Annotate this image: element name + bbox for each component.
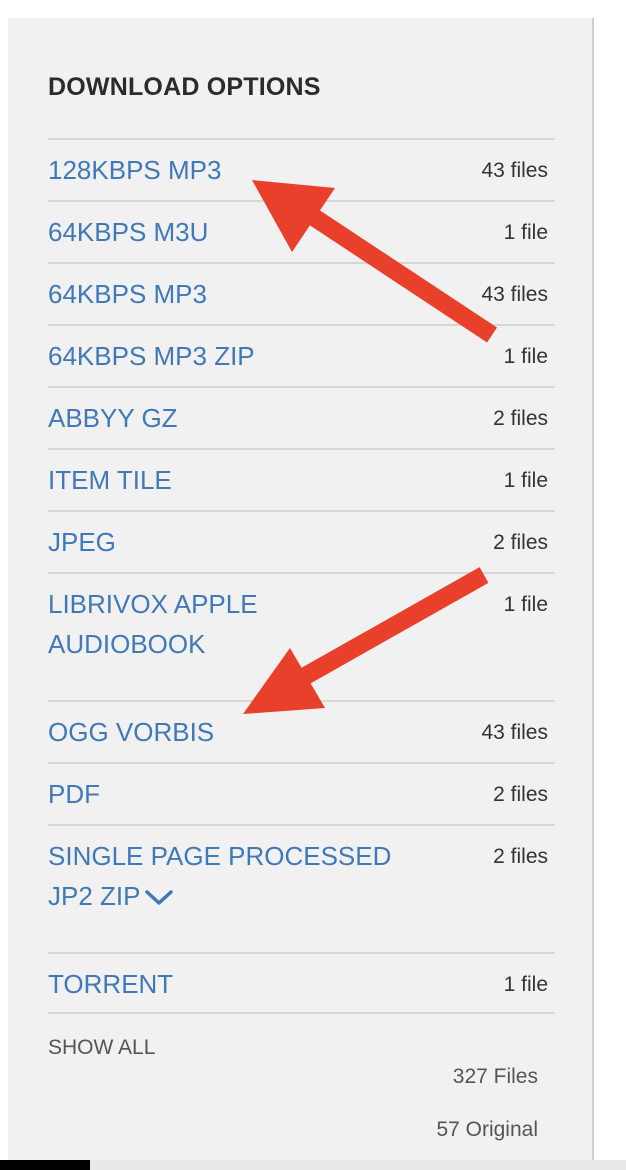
download-option-64kbps-m3u: 64KBPS M3U 1 file	[48, 200, 555, 262]
download-option-ogg-vorbis: OGG VORBIS 43 files	[48, 700, 555, 762]
file-count: 1 file	[503, 469, 548, 492]
download-option-64kbps-mp3-zip: 64KBPS MP3 ZIP 1 file	[48, 324, 555, 386]
download-option-abbyy-gz: ABBYY GZ 2 files	[48, 386, 555, 448]
download-link[interactable]: JPEG	[48, 522, 116, 562]
download-option-128kbps-mp3: 128KBPS MP3 43 files	[48, 138, 555, 200]
original-files-count: 57 Original	[436, 1118, 538, 1141]
download-link[interactable]: 64KBPS M3U	[48, 212, 208, 252]
file-count: 1 file	[503, 345, 548, 368]
file-count: 43 files	[481, 283, 548, 306]
download-link[interactable]: 64KBPS MP3 ZIP	[48, 336, 255, 376]
download-options-panel: DOWNLOAD OPTIONS 128KBPS MP3 43 files 64…	[8, 18, 594, 1164]
file-count: 2 files	[493, 783, 548, 806]
download-link[interactable]: TORRENT	[48, 964, 173, 1004]
download-option-64kbps-mp3: 64KBPS MP3 43 files	[48, 262, 555, 324]
bottom-cropped-content	[90, 1160, 626, 1170]
download-link-label: SINGLE PAGE PROCESSED JP2 ZIP	[48, 841, 392, 911]
panel-title: DOWNLOAD OPTIONS	[48, 73, 321, 101]
download-link[interactable]: LIBRIVOX APPLE AUDIOBOOK	[48, 584, 418, 664]
download-link[interactable]: OGG VORBIS	[48, 712, 214, 752]
file-count: 2 files	[493, 845, 548, 868]
download-link[interactable]: ITEM TILE	[48, 460, 172, 500]
total-files-count: 327 Files	[452, 1065, 538, 1088]
download-link[interactable]: 128KBPS MP3	[48, 150, 221, 190]
file-count: 2 files	[493, 407, 548, 430]
download-link[interactable]: SINGLE PAGE PROCESSED JP2 ZIP	[48, 836, 418, 916]
file-count: 43 files	[481, 159, 548, 182]
file-count: 1 file	[503, 221, 548, 244]
download-option-jpeg: JPEG 2 files	[48, 510, 555, 572]
download-option-librivox-apple-audiobook: LIBRIVOX APPLE AUDIOBOOK 1 file	[48, 572, 555, 700]
download-link[interactable]: 64KBPS MP3	[48, 274, 207, 314]
download-options-list: 128KBPS MP3 43 files 64KBPS M3U 1 file 6…	[48, 138, 555, 1014]
chevron-down-icon[interactable]	[144, 889, 174, 907]
file-count: 2 files	[493, 531, 548, 554]
show-all-link[interactable]: SHOW ALL	[48, 1036, 155, 1060]
file-count: 1 file	[503, 973, 548, 996]
download-link[interactable]: ABBYY GZ	[48, 398, 178, 438]
download-link[interactable]: PDF	[48, 774, 100, 814]
file-count: 1 file	[503, 593, 548, 616]
download-option-torrent: TORRENT 1 file	[48, 952, 555, 1014]
download-option-single-page-processed-jp2-zip: SINGLE PAGE PROCESSED JP2 ZIP 2 files	[48, 824, 555, 952]
download-option-pdf: PDF 2 files	[48, 762, 555, 824]
file-count: 43 files	[481, 721, 548, 744]
download-option-item-tile: ITEM TILE 1 file	[48, 448, 555, 510]
